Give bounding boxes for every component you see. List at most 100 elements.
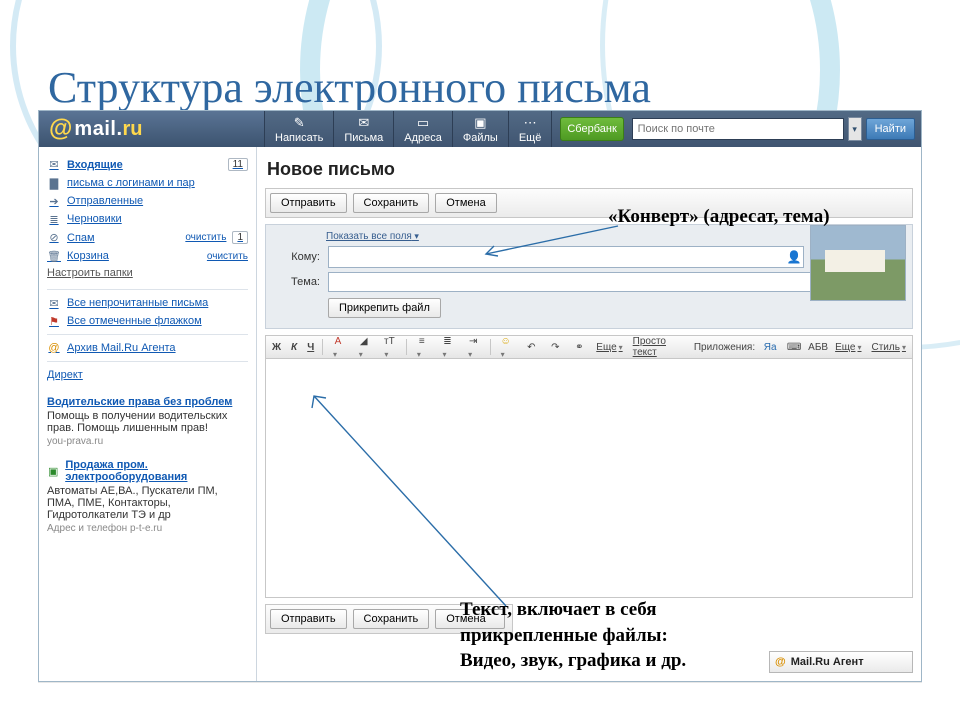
sidebar-item-unread[interactable]: ✉ Все непрочитанные письма — [47, 294, 248, 312]
subject-input[interactable] — [328, 272, 812, 292]
sidebar-label: Входящие — [67, 159, 222, 171]
list-button[interactable]: ≣ — [438, 335, 458, 360]
search-dropdown[interactable]: ▾ — [848, 117, 862, 141]
italic-button[interactable]: К — [289, 342, 299, 353]
app-translit-button[interactable]: АБВ — [809, 340, 827, 354]
configure-folders-link[interactable]: Настроить папки — [47, 265, 248, 285]
sent-icon: ➔ — [47, 195, 61, 207]
save-button-bottom[interactable]: Сохранить — [353, 609, 430, 629]
indent-button[interactable]: ⇥ — [464, 335, 484, 360]
sidebar-label: Спам — [67, 232, 179, 244]
compose-heading: Новое письмо — [267, 159, 913, 180]
sidebar-label: Все непрочитанные письма — [67, 297, 248, 309]
sidebar-item-trash[interactable]: 🗑 Корзина очистить — [47, 247, 248, 265]
at-icon: @ — [47, 342, 61, 354]
sidebar-label: Черновики — [67, 213, 248, 225]
app-translate-button[interactable]: Яа — [761, 340, 779, 354]
subject-label: Тема: — [274, 276, 320, 288]
spam-clear-link[interactable]: очистить — [185, 232, 226, 243]
sidebar-label: письма с логинами и пар — [67, 177, 248, 189]
sidebar-item-inbox[interactable]: ✉ Входящие 11 — [47, 155, 248, 174]
envelope-fields: Показать все поля Кому: 👤 Тема: Прикрепи… — [265, 224, 913, 329]
apps-more-button[interactable]: Еще — [833, 342, 863, 353]
emoji-button[interactable]: ☺ — [497, 335, 517, 360]
nav-label: Адреса — [404, 132, 442, 144]
ad-source: Адрес и телефон p-t-e.ru — [47, 523, 248, 534]
apps-label: Приложения: — [694, 342, 755, 353]
font-color-button[interactable]: A — [329, 335, 349, 360]
cancel-button[interactable]: Отмена — [435, 193, 496, 213]
agent-bar[interactable]: @ Mail.Ru Агент — [769, 651, 913, 673]
nav-write[interactable]: ✎ Написать — [265, 111, 334, 147]
topbar: @ mail . ru ✎ Написать ✉ Письма ▭ Адреса… — [39, 111, 921, 147]
more-button[interactable]: Еще — [594, 342, 624, 353]
book-icon: ▭ — [415, 115, 431, 131]
sidebar-item-drafts[interactable]: ≣ Черновики — [47, 210, 248, 228]
trash-clear-link[interactable]: очистить — [207, 251, 248, 262]
link-button[interactable]: ⚭ — [570, 340, 588, 354]
trash-icon: 🗑 — [47, 250, 61, 262]
logo-name: mail — [74, 118, 116, 141]
attach-button[interactable]: Прикрепить файл — [328, 298, 441, 318]
pencil-icon: ✎ — [291, 115, 307, 131]
app-keyboard-button[interactable]: ⌨ — [785, 340, 803, 354]
compose-area: Новое письмо Отправить Сохранить Отмена … — [257, 147, 921, 681]
logo-tld: ru — [123, 118, 143, 141]
nav-addresses[interactable]: ▭ Адреса — [394, 111, 453, 147]
save-button[interactable]: Сохранить — [353, 193, 430, 213]
redo-button[interactable]: ↷ — [546, 340, 564, 354]
to-input[interactable] — [329, 248, 785, 266]
send-button[interactable]: Отправить — [270, 193, 347, 213]
slide-title: Структура электронного письма — [48, 62, 651, 113]
ad-body: Помощь в получении водительских прав. По… — [47, 410, 248, 434]
folder-icon: ▇ — [47, 177, 61, 189]
nav-label: Ещё — [519, 132, 542, 144]
sidebar-label: Все отмеченные флажком — [67, 315, 248, 327]
top-nav: ✎ Написать ✉ Письма ▭ Адреса ▣ Файлы ⋯ Е… — [264, 111, 630, 147]
sidebar-item-flagged[interactable]: ⚑ Все отмеченные флажком — [47, 312, 248, 330]
nav-label: Файлы — [463, 132, 498, 144]
search-button[interactable]: Найти — [866, 118, 915, 140]
envelope-icon: ✉ — [356, 115, 372, 131]
sidebar-item-sent[interactable]: ➔ Отправленные — [47, 192, 248, 210]
style-button[interactable]: Стиль — [870, 342, 908, 353]
folder-icon: ▣ — [472, 115, 488, 131]
font-color-icon: A — [331, 335, 345, 349]
at-icon: @ — [775, 656, 786, 668]
ad-block-1[interactable]: Водительские права без проблем Помощь в … — [47, 396, 248, 447]
ad-block-2[interactable]: ▣ Продажа пром. электрооборудования Авто… — [47, 459, 248, 534]
sidebar-item-logins[interactable]: ▇ письма с логинами и пар — [47, 174, 248, 192]
nav-label: Сбербанк — [567, 123, 616, 135]
bg-color-button[interactable]: ◢ — [355, 335, 375, 360]
send-button-bottom[interactable]: Отправить — [270, 609, 347, 629]
nav-sberbank[interactable]: Сбербанк — [560, 117, 623, 141]
plain-text-button[interactable]: Просто текст — [631, 336, 682, 358]
inbox-count-badge: 11 — [228, 158, 248, 171]
direct-link[interactable]: Директ — [47, 366, 248, 384]
nav-files[interactable]: ▣ Файлы — [453, 111, 509, 147]
bg-color-icon: ◢ — [357, 335, 371, 349]
sidebar-item-archive[interactable]: @ Архив Mail.Ru Агента — [47, 339, 248, 357]
sidebar-item-spam[interactable]: ⊘ Спам очистить 1 — [47, 228, 248, 247]
link-icon: ⚭ — [572, 340, 586, 354]
underline-button[interactable]: Ч — [305, 342, 316, 353]
theme-thumbnail[interactable] — [810, 225, 906, 301]
font-size-button[interactable]: тТ — [380, 335, 400, 360]
align-button[interactable]: ≡ — [413, 335, 433, 360]
undo-button[interactable]: ↶ — [522, 340, 540, 354]
envelope-icon: ✉ — [47, 297, 61, 309]
nav-more[interactable]: ⋯ Ещё — [509, 111, 553, 147]
sidebar-label: Директ — [47, 369, 248, 381]
message-body-editor[interactable] — [265, 359, 913, 598]
nav-letters[interactable]: ✉ Письма — [334, 111, 394, 147]
logo[interactable]: @ mail . ru — [39, 111, 264, 147]
search-area: ▾ Найти — [632, 111, 921, 147]
sidebar-label: Отправленные — [67, 195, 248, 207]
search-input[interactable] — [632, 118, 844, 140]
envelope-icon: ✉ — [47, 159, 61, 171]
bold-button[interactable]: Ж — [270, 342, 283, 353]
ad-body: Автоматы АЕ,ВА., Пускатели ПМ, ПМА, ПМЕ,… — [47, 485, 248, 521]
cancel-button-bottom[interactable]: Отмена — [435, 609, 504, 629]
spam-icon: ⊘ — [47, 232, 61, 244]
address-book-icon[interactable]: 👤 — [785, 250, 803, 264]
